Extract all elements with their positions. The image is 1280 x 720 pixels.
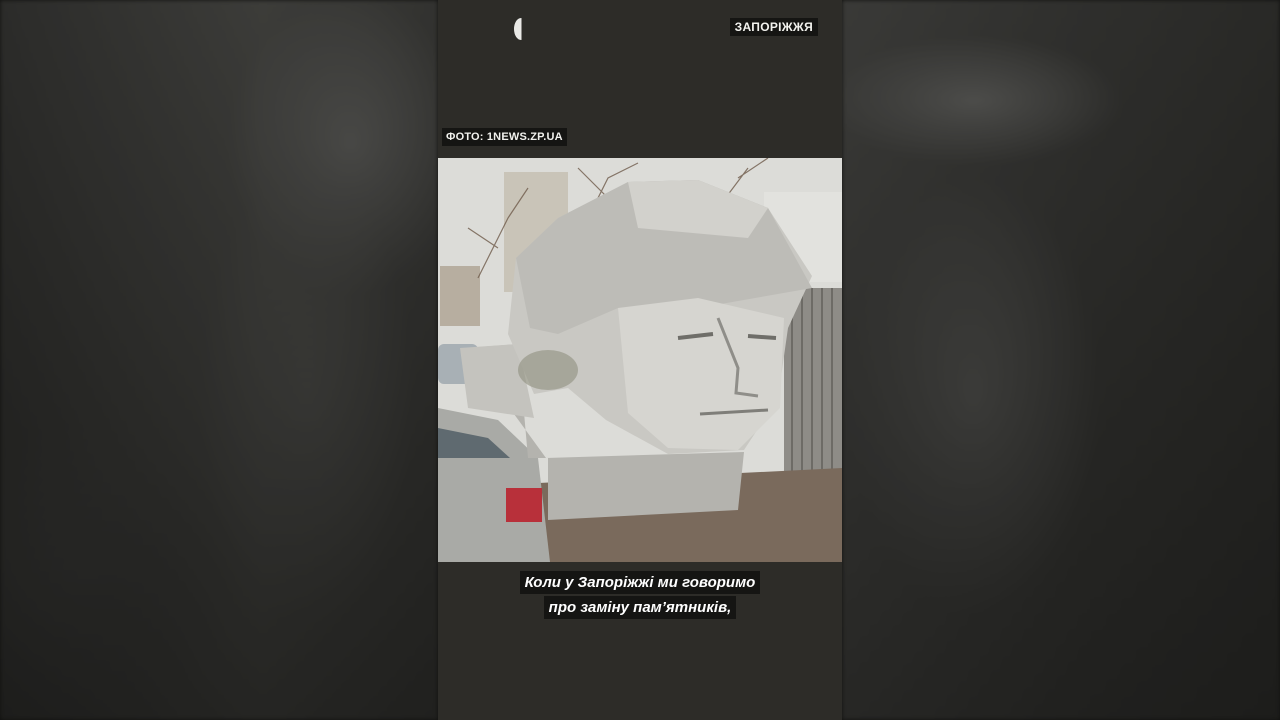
subtitle-line-1: Коли у Запоріжжі ми говоримо <box>519 571 761 594</box>
video-frame[interactable]: ЗАПОРІЖЖЯ ФОТО: 1NEWS.ZP.UA Коли у Запор… <box>438 0 842 720</box>
photo-credit: ФОТО: 1NEWS.ZP.UA <box>442 128 567 146</box>
subtitles: Коли у Запоріжжі ми говоримо про заміну … <box>438 571 842 621</box>
soldier-head-monument-image <box>438 158 842 562</box>
region-tag: ЗАПОРІЖЖЯ <box>729 18 818 36</box>
monument-photo <box>438 158 842 562</box>
blurred-backdrop-left <box>0 0 438 720</box>
subtitle-line-2: про заміну пам’ятників, <box>543 596 737 619</box>
half-circle-logo-icon <box>514 18 528 40</box>
blurred-backdrop-right <box>842 0 1280 720</box>
